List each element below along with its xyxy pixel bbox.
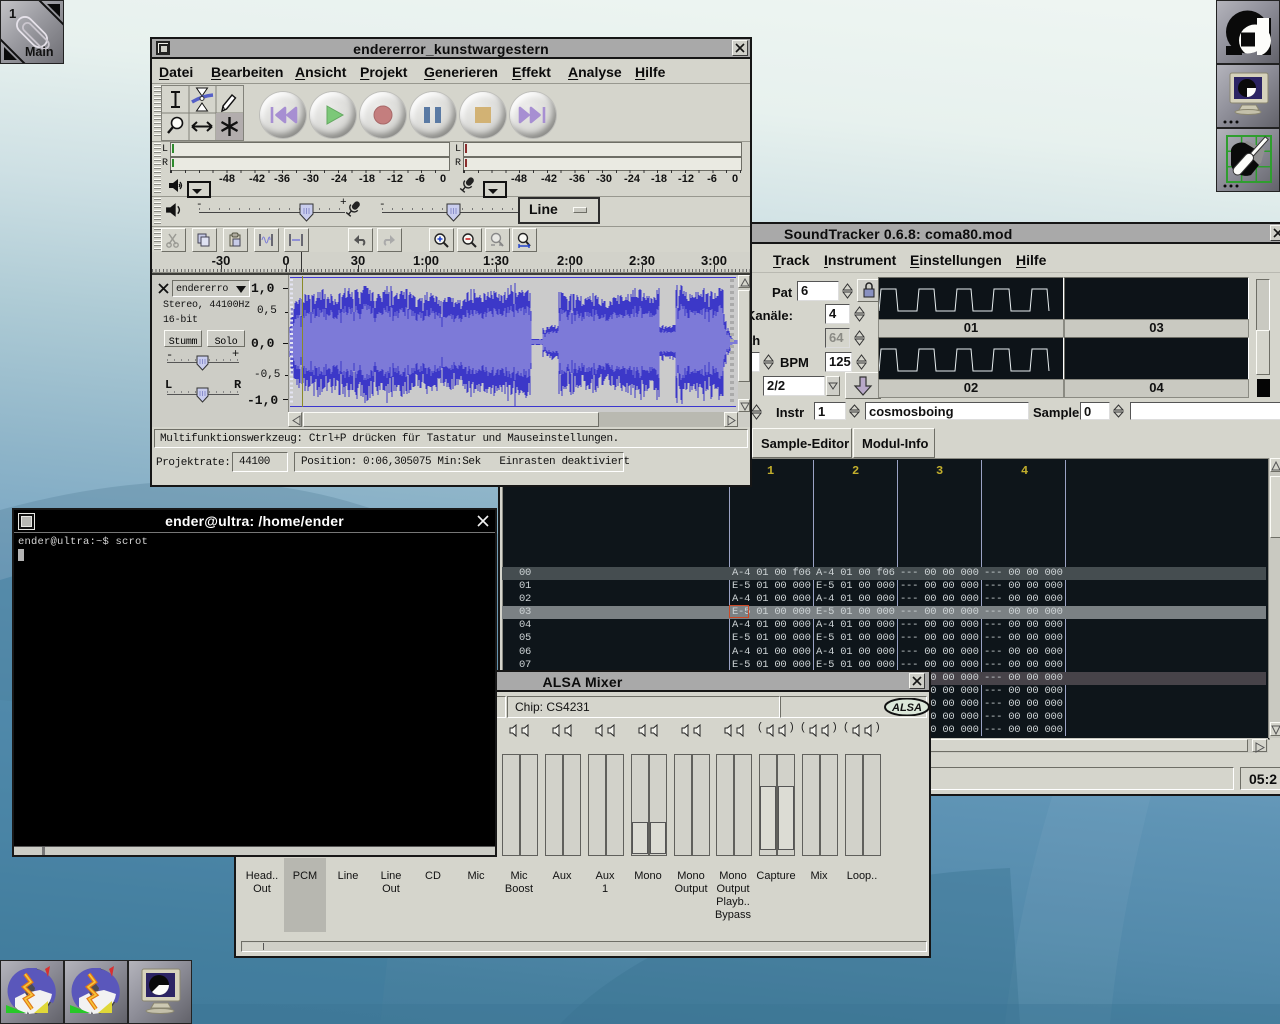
svg-text:ALSA: ALSA [891,702,922,714]
svg-text:Main: Main [25,45,53,59]
svg-text:1: 1 [9,6,16,21]
